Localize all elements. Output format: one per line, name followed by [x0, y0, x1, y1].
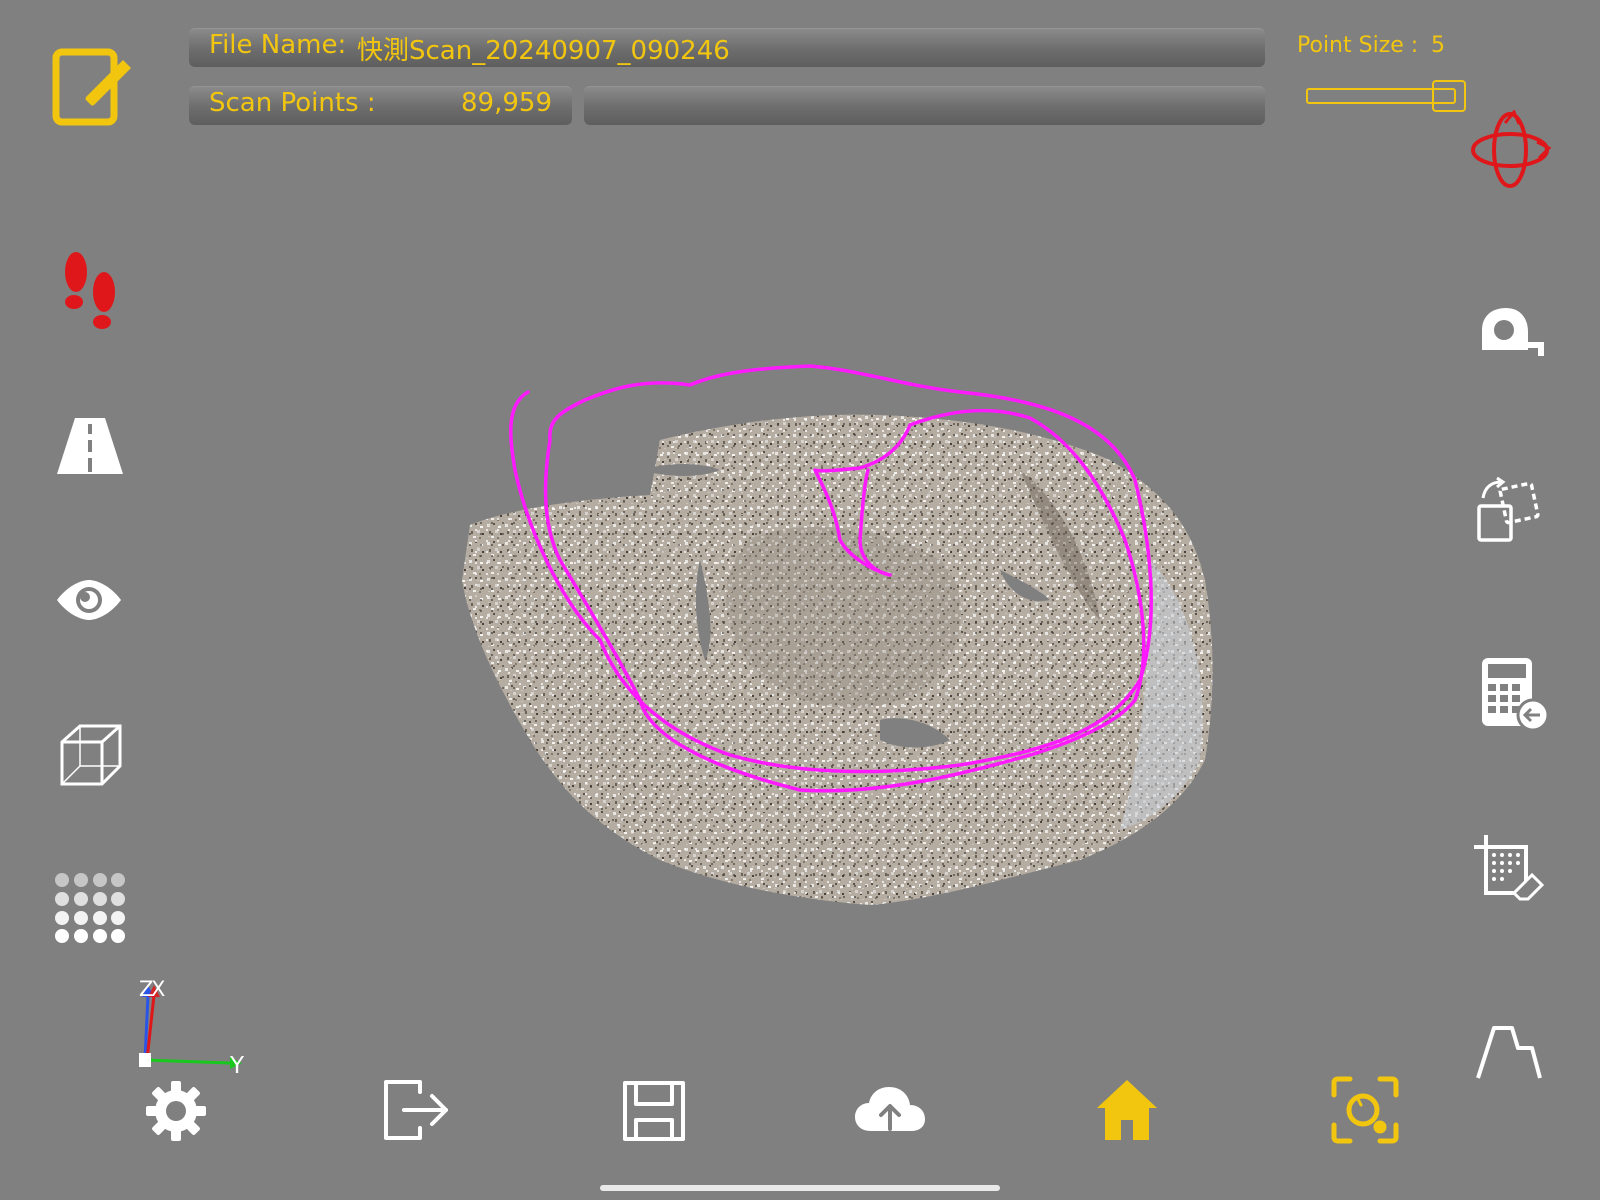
- scan-icon[interactable]: [1330, 1075, 1400, 1145]
- edit-icon[interactable]: [51, 42, 137, 128]
- axis-y-label: Y: [230, 1053, 245, 1079]
- axis-x-label: X: [151, 977, 166, 1001]
- footprints-icon[interactable]: [60, 250, 122, 332]
- orbit-icon[interactable]: [1469, 110, 1551, 190]
- axis-indicator: Z X Y: [130, 975, 250, 1079]
- home-icon[interactable]: [1095, 1078, 1159, 1142]
- eye-icon[interactable]: [55, 578, 123, 622]
- road-icon[interactable]: [57, 416, 123, 476]
- save-icon[interactable]: [622, 1080, 686, 1142]
- transform-icon[interactable]: [1475, 476, 1545, 544]
- crop-erase-icon[interactable]: [1474, 835, 1546, 905]
- settings-icon[interactable]: [145, 1080, 207, 1142]
- export-icon[interactable]: [382, 1078, 452, 1142]
- wireframe-cube-icon[interactable]: [58, 722, 124, 788]
- dot-grid-icon[interactable]: [54, 872, 126, 944]
- profile-icon[interactable]: [1476, 1024, 1546, 1080]
- home-indicator[interactable]: [600, 1185, 1000, 1191]
- upload-cloud-icon[interactable]: [853, 1085, 927, 1137]
- calculator-icon[interactable]: [1480, 656, 1550, 732]
- tape-measure-icon[interactable]: [1478, 306, 1546, 358]
